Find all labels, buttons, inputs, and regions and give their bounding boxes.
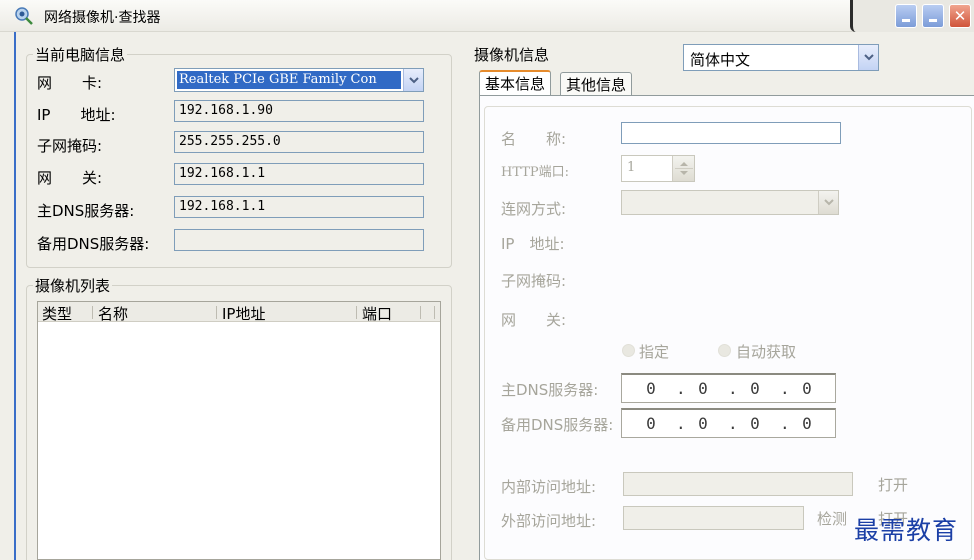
ip-octet[interactable]: 0: [694, 414, 712, 433]
ip-octet[interactable]: 0: [798, 414, 816, 433]
dns2-label: 备用DNS服务器:: [37, 235, 150, 253]
outer-address-label: 外部访问地址:: [501, 512, 597, 530]
ip-label: IP 地址:: [37, 106, 116, 124]
language-select[interactable]: 简体中文: [683, 44, 879, 71]
column-type[interactable]: 类型: [42, 303, 72, 324]
net-mode-label: 连网方式:: [501, 200, 567, 218]
cam-name-label: 名 称:: [501, 130, 567, 148]
nic-label: 网 卡:: [37, 74, 103, 92]
gateway-label: 网 关:: [37, 169, 103, 187]
column-ip[interactable]: IP地址: [222, 303, 265, 324]
radio-auto-label: 自动获取: [736, 343, 797, 361]
gateway-field[interactable]: 192.168.1.1: [174, 163, 424, 185]
minimize-button[interactable]: [895, 4, 917, 28]
mask-label: 子网掩码:: [37, 137, 103, 155]
watermark: 最需教育: [854, 516, 959, 545]
radio-manual[interactable]: [622, 344, 635, 357]
column-separator[interactable]: [92, 306, 93, 319]
language-value: 简体中文: [690, 51, 751, 69]
close-button[interactable]: ✕: [949, 4, 971, 28]
ip-dot: .: [676, 414, 686, 433]
camera-list-legend: 摄像机列表: [33, 275, 113, 296]
ip-dot: .: [780, 414, 790, 433]
net-mode-dropdown-button[interactable]: [818, 191, 838, 214]
close-icon: ✕: [953, 7, 967, 25]
outer-check-link[interactable]: 检测: [817, 508, 847, 529]
camera-list[interactable]: 类型 名称 IP地址 端口: [37, 301, 441, 560]
http-port-spin[interactable]: [672, 156, 694, 181]
tab-basic-info[interactable]: 基本信息: [479, 70, 552, 96]
window-title: 网络摄像机·查找器: [44, 10, 161, 26]
cam-gateway-label: 网 关:: [501, 311, 567, 329]
net-mode-select[interactable]: [621, 190, 839, 215]
nic-select[interactable]: Realtek PCIe GBE Family Con: [174, 68, 424, 92]
ip-octet[interactable]: 0: [798, 379, 816, 398]
http-port-label: HTTP端口:: [501, 165, 570, 180]
title-bar[interactable]: 网络摄像机·查找器 ✕: [0, 0, 974, 32]
ip-octet[interactable]: 0: [642, 414, 660, 433]
inner-address-field[interactable]: [623, 472, 853, 496]
window-left-border: [14, 32, 16, 560]
tab-other-info[interactable]: 其他信息: [560, 72, 633, 95]
column-port[interactable]: 端口: [362, 303, 392, 324]
pc-info-legend: 当前电脑信息: [33, 44, 128, 65]
inner-open-link[interactable]: 打开: [878, 474, 908, 495]
cam-mask-label: 子网掩码:: [501, 272, 567, 290]
ip-field[interactable]: 192.168.1.90: [174, 100, 424, 122]
ip-dot: .: [728, 379, 738, 398]
dns1-ip-input[interactable]: 0 . 0 . 0 . 0: [621, 373, 836, 403]
camera-search-icon: [15, 7, 33, 25]
camera-info-legend: 摄像机信息: [472, 44, 552, 65]
mask-field[interactable]: 255.255.255.0: [174, 131, 424, 153]
cam-ip-label: IP 地址:: [501, 235, 565, 253]
http-port-value: 1: [627, 160, 636, 175]
nic-dropdown-button[interactable]: [403, 69, 423, 91]
dns2-field[interactable]: [174, 229, 424, 251]
inner-address-label: 内部访问地址:: [501, 478, 597, 496]
radio-manual-label: 指定: [639, 343, 670, 361]
outer-address-field[interactable]: [623, 506, 804, 530]
window-controls: ✕: [850, 0, 974, 32]
dns1-field[interactable]: 192.168.1.1: [174, 196, 424, 218]
http-port-stepper[interactable]: 1: [621, 155, 695, 182]
column-separator[interactable]: [216, 306, 217, 319]
cam-dns2-label: 备用DNS服务器:: [501, 416, 614, 434]
ip-dot: .: [676, 379, 686, 398]
camera-list-header: 类型 名称 IP地址 端口: [38, 302, 440, 324]
ip-octet[interactable]: 0: [642, 379, 660, 398]
cam-dns1-label: 主DNS服务器:: [501, 381, 599, 399]
column-separator[interactable]: [356, 306, 357, 319]
nic-value: Realtek PCIe GBE Family Con: [177, 71, 401, 89]
chevron-down-icon: [864, 54, 874, 61]
column-separator[interactable]: [420, 306, 421, 319]
column-separator[interactable]: [434, 306, 435, 319]
spin-arrows-icon: [675, 162, 693, 175]
cam-name-input[interactable]: [621, 122, 841, 144]
maximize-button[interactable]: [922, 4, 944, 28]
chevron-down-icon: [409, 77, 419, 84]
ip-octet[interactable]: 0: [694, 379, 712, 398]
column-name[interactable]: 名称: [98, 303, 128, 324]
dns1-label: 主DNS服务器:: [37, 202, 135, 220]
ip-dot: .: [780, 379, 790, 398]
ip-octet[interactable]: 0: [746, 414, 764, 433]
ip-octet[interactable]: 0: [746, 379, 764, 398]
language-dropdown-button[interactable]: [858, 45, 878, 70]
dns2-ip-input[interactable]: 0 . 0 . 0 . 0: [621, 408, 836, 438]
ip-dot: .: [728, 414, 738, 433]
chevron-down-icon: [824, 199, 834, 206]
radio-auto[interactable]: [718, 344, 731, 357]
